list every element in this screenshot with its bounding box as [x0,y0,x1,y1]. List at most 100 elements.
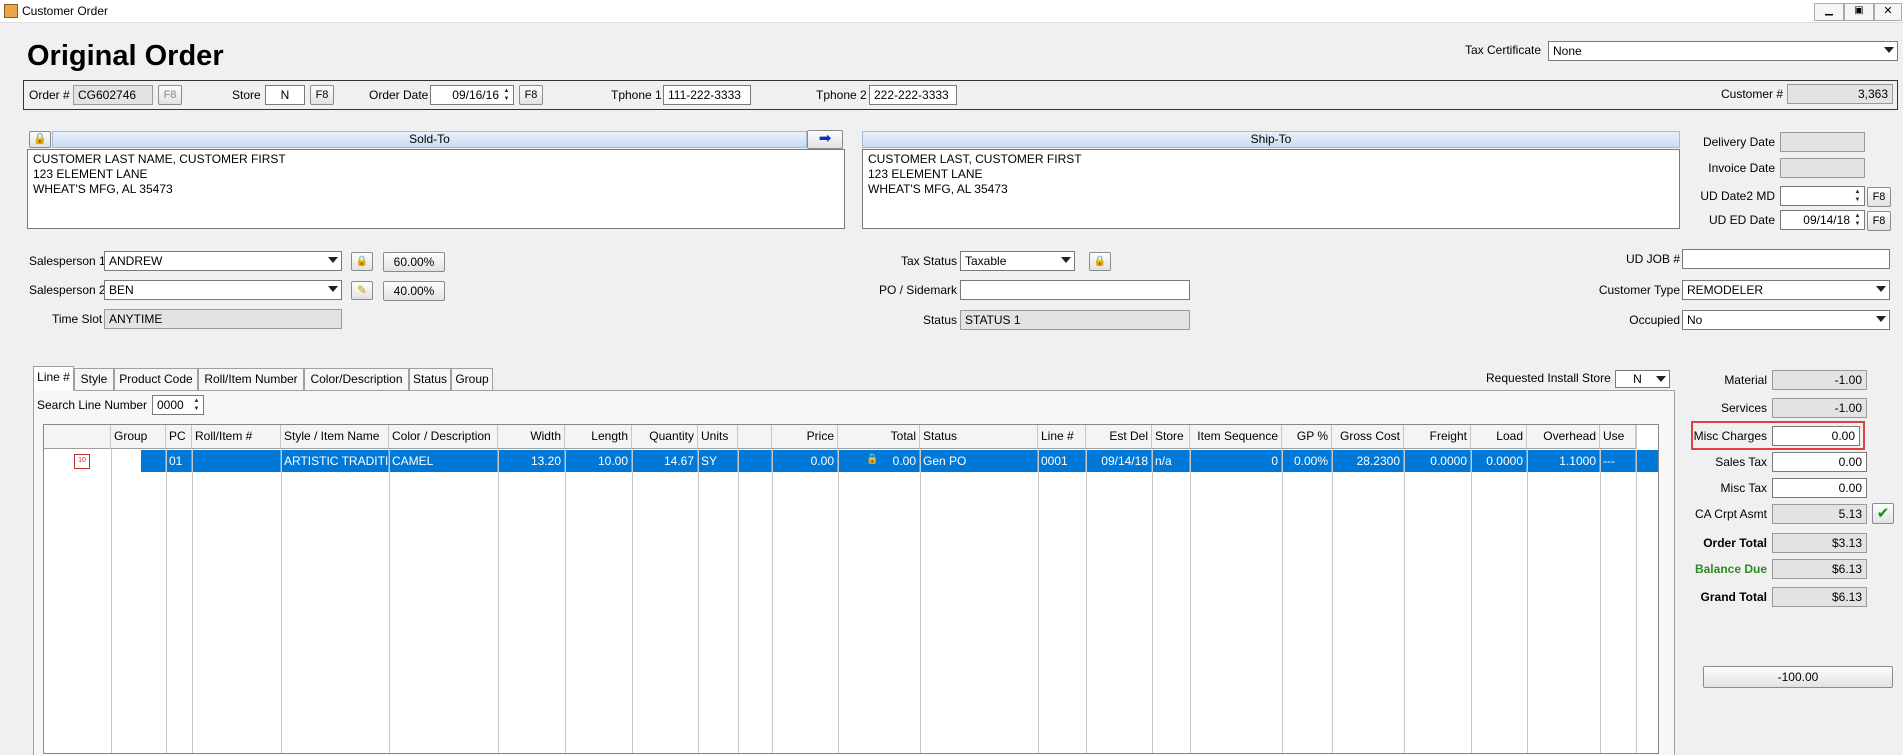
grid-cell-blank[interactable] [738,450,772,472]
grid-header-units[interactable]: Units [698,425,738,449]
store-field[interactable]: N [265,85,305,105]
misc-charges-field[interactable]: 0.00 [1772,426,1860,446]
po-sidemark-field[interactable] [960,280,1190,300]
order-date-f8-button[interactable]: F8 [519,85,543,105]
grid-header-total[interactable]: Total [838,425,920,449]
maximize-button[interactable]: ▣ [1844,3,1874,21]
grid-header-overhead[interactable]: Overhead [1527,425,1600,449]
grid-cell-pc[interactable]: 01 [166,450,192,472]
grid-header-freight[interactable]: Freight [1404,425,1471,449]
tab-product-code[interactable]: Product Code [114,368,198,390]
grid-cell-use[interactable]: --- [1600,450,1636,472]
sold-to-address[interactable]: CUSTOMER LAST NAME, CUSTOMER FIRST 123 E… [27,149,845,229]
close-button[interactable]: ✕ [1874,3,1902,21]
tab-status[interactable]: Status [409,368,451,390]
tab-line-number[interactable]: Line # [33,366,74,391]
tphone1-field[interactable]: 111-222-3333 [663,85,751,105]
tax-certificate-select[interactable]: None [1548,41,1898,61]
ud-ed-date-field[interactable]: 09/14/18 ▲ ▼ [1780,210,1865,230]
salesperson2-percent[interactable]: 40.00% [383,281,445,301]
search-line-field[interactable]: 0000 ▲ ▼ [152,395,204,415]
grid-cell-status[interactable]: Gen PO [920,450,1038,472]
line-items-grid[interactable]: Group PC 01 Roll/Item # Style / Item Name ART… [43,424,1659,754]
grid-header-color-description[interactable]: Color / Description [389,425,498,449]
grid-header-icon[interactable] [44,425,111,449]
spin-icon[interactable]: ▲ ▼ [1853,212,1862,228]
grid-col-overhead [1527,425,1601,753]
sales-tax-field[interactable]: 0.00 [1772,452,1867,472]
grid-header-use[interactable]: Use [1600,425,1636,449]
misc-tax-field[interactable]: 0.00 [1772,478,1867,498]
grid-cell-store[interactable]: n/a [1152,450,1190,472]
spin-icon[interactable]: ▲ ▼ [502,87,511,103]
grid-header-price[interactable]: Price [772,425,838,449]
grid-cell-line-number[interactable]: 0001 [1038,450,1086,472]
store-f8-button[interactable]: F8 [310,85,334,105]
tphone2-field[interactable]: 222-222-3333 [869,85,957,105]
grid-header-roll-item[interactable]: Roll/Item # [192,425,281,449]
spin-icon[interactable]: ▲ ▼ [1853,188,1862,204]
salesperson1-select[interactable]: ANDREW [104,251,342,271]
ship-to-address[interactable]: CUSTOMER LAST, CUSTOMER FIRST 123 ELEMEN… [862,149,1680,229]
grid-cell-quantity[interactable]: 14.67 [632,450,698,472]
adjustment-button[interactable]: -100.00 [1703,666,1893,688]
grid-header-quantity[interactable]: Quantity [632,425,698,449]
grid-header-length[interactable]: Length [565,425,632,449]
grid-header-group[interactable]: Group [111,425,166,449]
row-calendar-icon[interactable]: 10 [74,454,90,469]
order-f8-button[interactable]: F8 [158,85,182,105]
customer-type-select[interactable]: REMODELER [1682,280,1890,300]
grid-header-gross-cost[interactable]: Gross Cost [1332,425,1404,449]
tab-group[interactable]: Group [451,368,493,390]
grid-cell-roll-item[interactable] [192,450,281,472]
salesperson1-percent[interactable]: 60.00% [383,252,445,272]
grid-header-gp-percent[interactable]: GP % [1282,425,1332,449]
title-bar: Customer Order ▁ ▣ ✕ [0,0,1903,23]
grid-cell-style-item-name[interactable]: ARTISTIC TRADITION [281,450,389,472]
ud-date2-field[interactable]: ▲ ▼ [1780,186,1865,206]
salesperson-lock-button[interactable]: 🔒 [351,252,373,271]
grid-cell-group[interactable] [111,450,166,472]
grid-cell-est-del[interactable]: 09/14/18 [1086,450,1152,472]
grid-cell-total[interactable]: 0.00 [838,450,920,472]
grid-cell-gp-percent[interactable]: 0.00% [1282,450,1332,472]
grid-header-load[interactable]: Load [1471,425,1527,449]
ud-date2-f8-button[interactable]: F8 [1867,187,1891,207]
requested-install-store-select[interactable]: N [1615,370,1670,388]
grid-cell-item-sequence[interactable]: 0 [1190,450,1282,472]
salesperson2-select[interactable]: BEN [104,280,342,300]
grid-header-est-del[interactable]: Est Del [1086,425,1152,449]
grid-header-line-number[interactable]: Line # [1038,425,1086,449]
order-date-field[interactable]: 09/16/16 ▲ ▼ [430,85,514,105]
tab-roll-item-number[interactable]: Roll/Item Number [198,368,304,390]
grid-header-pc[interactable]: PC [166,425,192,449]
grid-header-store[interactable]: Store [1152,425,1190,449]
grid-header-blank[interactable] [738,425,772,449]
grid-cell-load[interactable]: 0.0000 [1471,450,1527,472]
grid-header-item-sequence[interactable]: Item Sequence [1190,425,1282,449]
lock-button[interactable]: 🔒 [29,131,51,148]
grid-header-width[interactable]: Width [498,425,565,449]
grid-cell-price[interactable]: 0.00 [772,450,838,472]
copy-arrow-button[interactable]: ➡ [807,130,843,149]
grid-cell-overhead[interactable]: 1.1000 [1527,450,1600,472]
tax-lock-button[interactable]: 🔒 [1089,252,1111,271]
ud-ed-date-f8-button[interactable]: F8 [1867,211,1891,231]
eraser-icon-button[interactable]: ✎ [351,281,373,300]
grid-cell-length[interactable]: 10.00 [565,450,632,472]
ud-job-field[interactable] [1682,249,1890,269]
grid-cell-freight[interactable]: 0.0000 [1404,450,1471,472]
spin-icon[interactable]: ▲ ▼ [192,397,201,413]
tax-status-select[interactable]: Taxable [960,251,1075,271]
grid-cell-color-description[interactable]: CAMEL [389,450,498,472]
minimize-button[interactable]: ▁ [1814,3,1844,21]
grid-cell-width[interactable]: 13.20 [498,450,565,472]
checkmark-icon[interactable]: ✔ [1872,503,1894,524]
grid-header-style-item-name[interactable]: Style / Item Name [281,425,389,449]
grid-header-status[interactable]: Status [920,425,1038,449]
tab-style[interactable]: Style [74,368,114,390]
tab-color-description[interactable]: Color/Description [304,368,409,390]
grid-cell-gross-cost[interactable]: 28.2300 [1332,450,1404,472]
grid-cell-units[interactable]: SY [698,450,738,472]
occupied-select[interactable]: No [1682,310,1890,330]
